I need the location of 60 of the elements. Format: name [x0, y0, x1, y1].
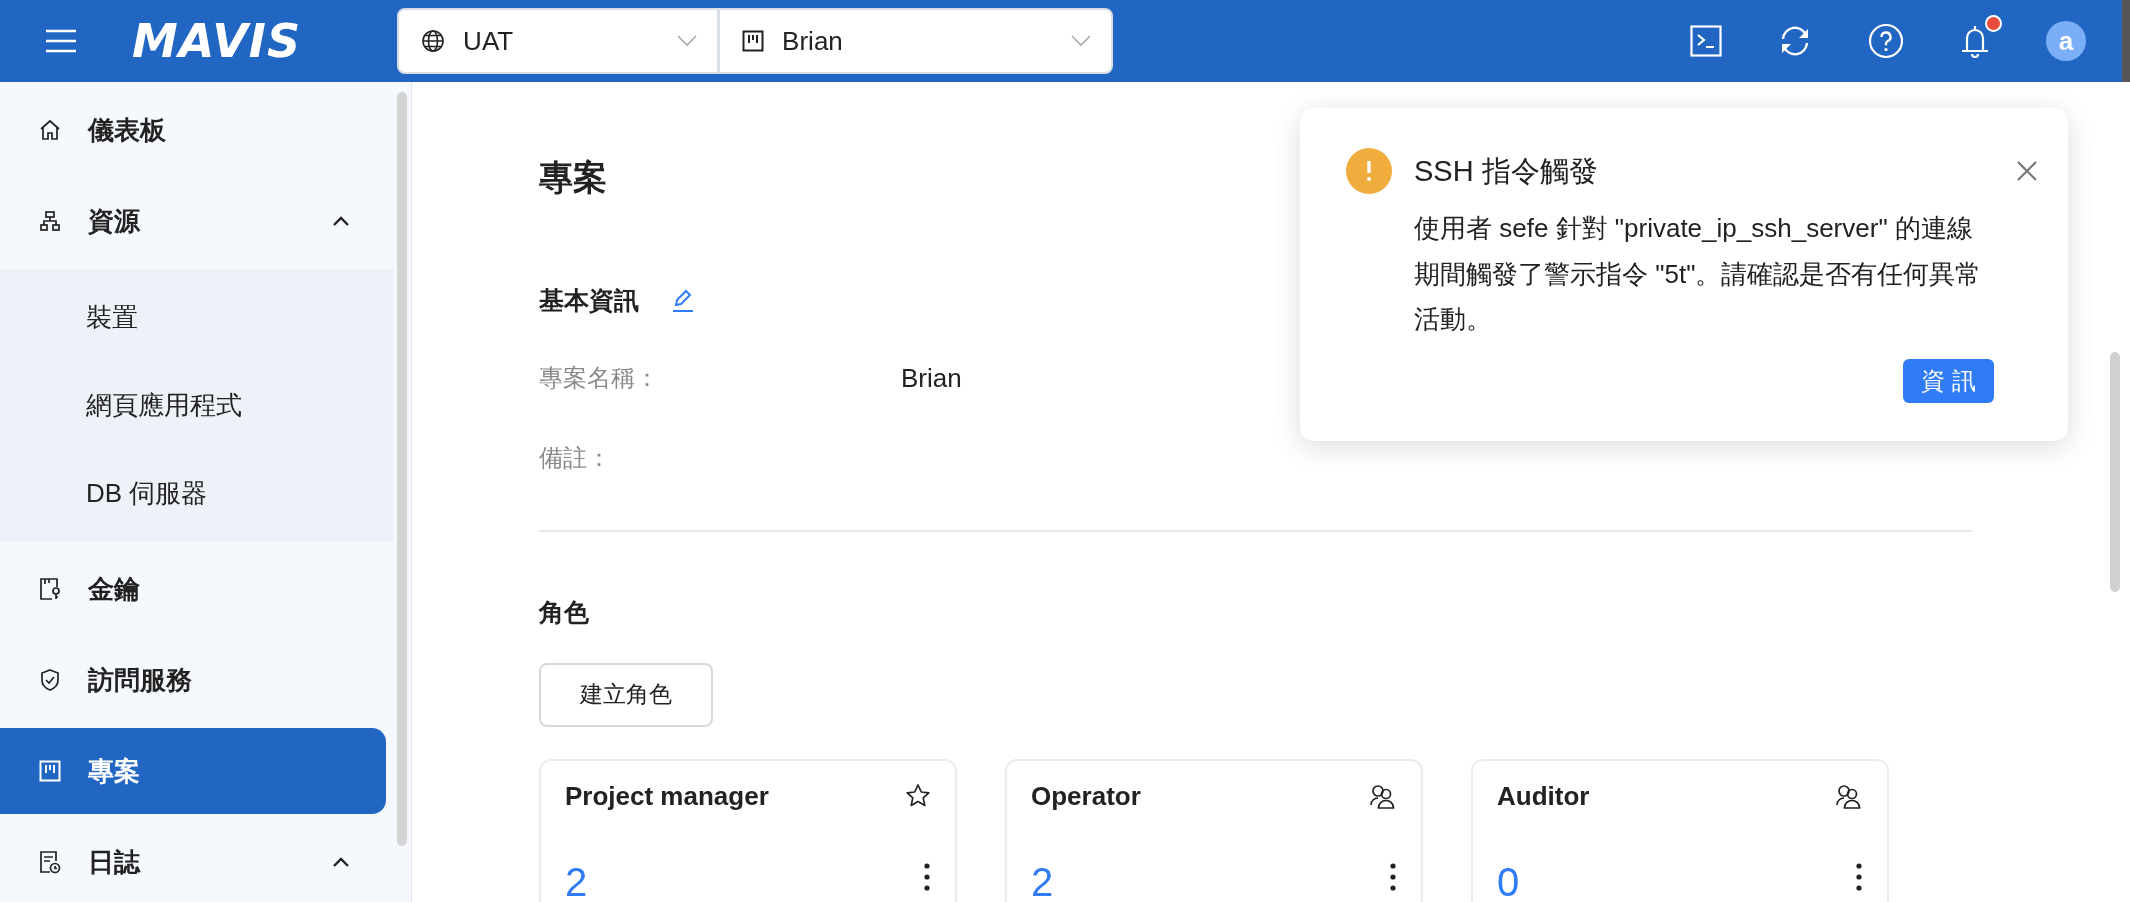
menu-icon: [44, 28, 78, 54]
role-name: Operator: [1031, 780, 1141, 812]
shield-check-icon: [39, 668, 61, 692]
field-label: 專案名稱：: [539, 363, 660, 394]
member-count: 0: [1497, 861, 1520, 902]
sitemap-icon: [39, 210, 61, 232]
chevron-down-icon: [677, 35, 698, 47]
more-options-icon[interactable]: [923, 861, 931, 892]
sidebar-item[interactable]: 儀表板: [0, 87, 386, 173]
edit-button[interactable]: [671, 287, 695, 314]
home-icon: [39, 119, 61, 141]
section-heading: 基本資訊: [539, 284, 639, 316]
section-heading: 角色: [539, 597, 590, 629]
page-title: 專案: [539, 157, 607, 198]
submenu-item[interactable]: 裝置: [0, 273, 394, 361]
help-button[interactable]: [1868, 23, 1904, 59]
notifications-button[interactable]: [1960, 23, 1990, 59]
role-name: Project manager: [565, 780, 769, 812]
member-count: 2: [565, 861, 588, 902]
notification-title: SSH 指令觸發: [1414, 154, 1599, 189]
close-icon: [2016, 160, 2038, 182]
terminal-icon: [1690, 25, 1722, 57]
sidebar-item[interactable]: 資源: [0, 178, 386, 264]
users-icon: [1369, 783, 1397, 810]
scrollbar-thumb[interactable]: [397, 92, 407, 846]
notification-message: 使用者 sefe 針對 "private_ip_ssh_server" 的連線期間觸發了警示指令 "5t"。請確認是否有任何異常活動。: [1414, 212, 1983, 336]
sidebar-item[interactable]: 金鑰: [0, 546, 386, 632]
role-card[interactable]: Operator 2: [1005, 758, 1423, 902]
create-role-button[interactable]: 建立角色: [539, 662, 713, 727]
menu-button[interactable]: [44, 28, 78, 54]
role-card[interactable]: Auditor 0: [1471, 758, 1889, 902]
project-dropdown[interactable]: Brian: [717, 10, 1112, 72]
close-button[interactable]: [2016, 160, 2038, 182]
environment-dropdown[interactable]: UAT: [399, 10, 718, 72]
more-options-icon[interactable]: [1389, 861, 1397, 892]
info-button[interactable]: 資 訊: [1903, 358, 1994, 403]
pencil-icon: [671, 287, 695, 314]
key-card-icon: [39, 577, 61, 601]
terminal-button[interactable]: [1690, 25, 1722, 57]
submenu-item[interactable]: DB 伺服器: [0, 449, 394, 537]
logo: MAVIS: [132, 14, 302, 68]
sidebar-item[interactable]: 訪問服務: [0, 637, 386, 723]
log-clock-icon: [39, 850, 61, 874]
more-options-icon[interactable]: [1855, 861, 1863, 892]
bell-icon: [1960, 23, 1990, 59]
field-value: Brian: [901, 362, 962, 394]
sidebar-item[interactable]: 專案: [0, 728, 386, 814]
help-icon: [1868, 23, 1904, 59]
globe-icon: [421, 29, 446, 53]
chevron-down-icon: [1071, 35, 1092, 47]
role-card[interactable]: Project manager 2: [539, 758, 957, 902]
field-label: 備註：: [539, 443, 612, 474]
submenu-item[interactable]: 網頁應用程式: [0, 361, 394, 449]
member-count: 2: [1031, 861, 1054, 902]
users-icon: [1835, 783, 1863, 810]
board-icon: [39, 760, 61, 782]
scrollbar-thumb[interactable]: [2110, 352, 2120, 592]
role-name: Auditor: [1497, 780, 1590, 812]
board-icon: [742, 30, 765, 52]
sidebar-item[interactable]: 日誌: [0, 819, 386, 902]
